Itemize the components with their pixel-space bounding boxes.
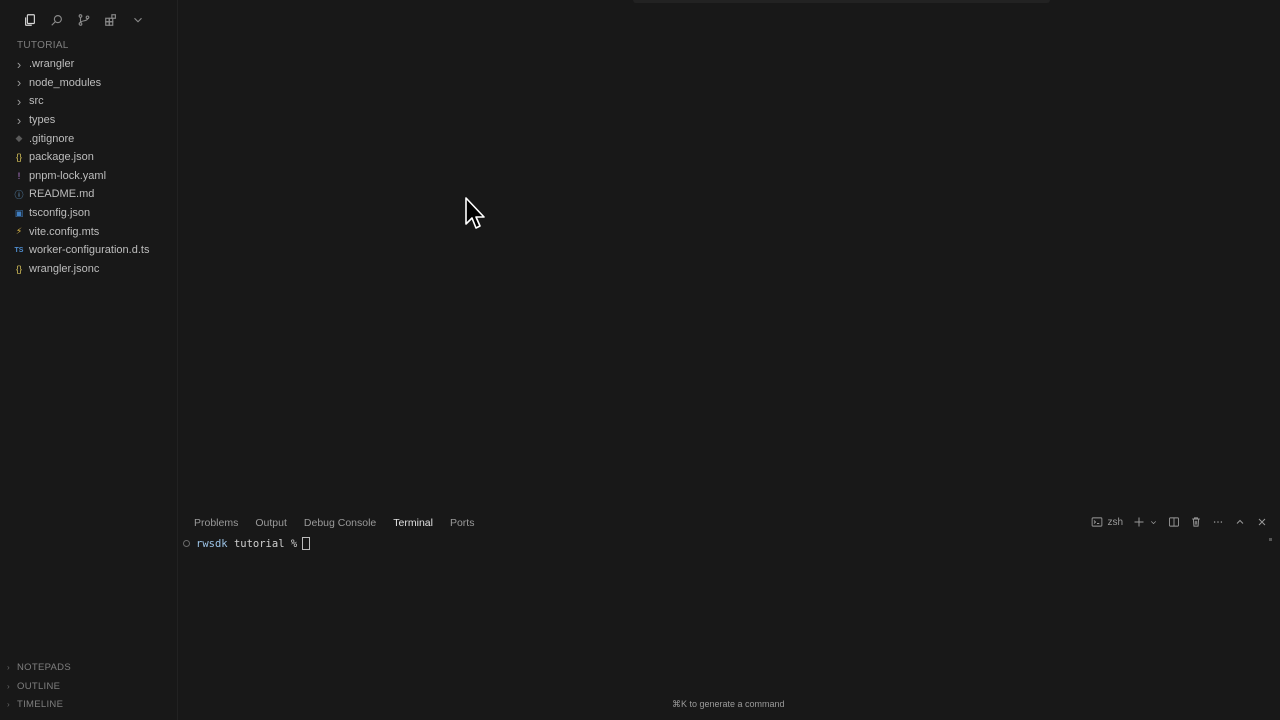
tree-item-label: worker-configuration.d.ts [29, 244, 150, 257]
chevron-right-icon: › [16, 112, 22, 128]
command-center[interactable] [633, 0, 1050, 3]
tree-item[interactable]: ⓘ README.md [0, 185, 176, 204]
terminal-shell-selector[interactable]: zsh [1091, 516, 1123, 528]
terminal-dir: rwsdk [196, 537, 228, 550]
new-terminal-button[interactable] [1133, 516, 1158, 528]
tab-ports[interactable]: Ports [450, 517, 475, 531]
chevron-right-icon: › [7, 700, 10, 709]
tree-item[interactable]: ▣ tsconfig.json [0, 204, 176, 223]
tree-item-label: .wrangler [29, 58, 75, 71]
panel-actions: zsh [1091, 516, 1268, 528]
file-tree: › .wrangler › node_modules › src › types ◆ .gitig… [0, 55, 176, 278]
split-icon [1168, 516, 1180, 528]
activity-bar [22, 10, 146, 30]
chevron-down-icon[interactable] [1149, 518, 1158, 527]
info-file-icon: ⓘ [14, 189, 24, 200]
tree-item-label: pnpm-lock.yaml [29, 169, 107, 182]
tree-item[interactable]: ⚡ vite.config.mts [0, 222, 176, 241]
tree-item-label: src [29, 95, 44, 108]
command-status-icon [183, 540, 190, 547]
chevron-right-icon: › [16, 75, 22, 91]
tree-item-label: tsconfig.json [29, 207, 91, 220]
close-panel-button[interactable] [1256, 516, 1268, 528]
shell-label: zsh [1107, 516, 1123, 528]
editor-area[interactable] [178, 0, 1280, 508]
tab-debug-console[interactable]: Debug Console [304, 517, 376, 531]
tab-problems[interactable]: Problems [194, 517, 238, 531]
tree-item-label: types [29, 114, 56, 127]
sidebar: TUTORIAL › .wrangler › node_modules › src › typ… [0, 0, 178, 720]
chevron-right-icon: › [16, 56, 22, 72]
tree-item[interactable]: TS worker-configuration.d.ts [0, 241, 176, 260]
kill-terminal-button[interactable] [1190, 516, 1202, 528]
tree-item[interactable]: ◆ .gitignore [0, 129, 176, 148]
chevron-right-icon: › [7, 663, 10, 672]
json-file-icon: {} [15, 152, 22, 163]
more-actions-button[interactable] [1212, 516, 1224, 528]
tab-output[interactable]: Output [255, 517, 287, 531]
tree-item[interactable]: › src [0, 92, 176, 111]
git-file-icon: ◆ [15, 133, 23, 144]
tree-item-label: vite.config.mts [29, 225, 100, 238]
chevron-right-icon: › [16, 93, 22, 109]
tree-item-label: README.md [29, 188, 95, 201]
mouse-cursor-icon [464, 196, 488, 237]
split-terminal-button[interactable] [1168, 516, 1180, 528]
tree-item[interactable]: › node_modules [0, 74, 176, 93]
json-file-icon: {} [15, 263, 22, 274]
tree-item-label: wrangler.jsonc [29, 262, 100, 275]
terminal-prompt[interactable]: rwsdk tutorial % [183, 537, 311, 550]
plus-icon [1133, 516, 1145, 528]
trash-icon [1190, 516, 1202, 528]
terminal-text: tutorial % [233, 537, 298, 550]
tree-item[interactable]: {} package.json [0, 148, 176, 167]
bottom-panel: Problems Output Debug Console Terminal P… [178, 508, 1280, 720]
tree-item-label: package.json [29, 151, 94, 164]
tree-item[interactable]: › .wrangler [0, 55, 176, 74]
section-label: OUTLINE [17, 681, 61, 692]
close-icon [1256, 516, 1268, 528]
ellipsis-icon [1212, 516, 1224, 528]
source-control-icon[interactable] [76, 10, 92, 30]
section-label: NOTEPADS [17, 662, 71, 673]
terminal-scrollbar[interactable] [1269, 538, 1272, 541]
yaml-file-icon: ! [17, 170, 21, 181]
panel-tabs: Problems Output Debug Console Terminal P… [194, 517, 491, 531]
section-timeline[interactable]: › TIMELINE [0, 699, 176, 710]
tree-item[interactable]: {} wrangler.jsonc [0, 260, 176, 279]
section-notepads[interactable]: › NOTEPADS [0, 662, 176, 673]
terminal-cursor [302, 537, 311, 550]
explorer-title[interactable]: TUTORIAL [17, 40, 69, 51]
search-icon[interactable] [49, 10, 65, 30]
tree-item[interactable]: › types [0, 111, 176, 130]
tab-terminal[interactable]: Terminal [393, 517, 433, 531]
generate-command-hint: ⌘K to generate a command [672, 699, 785, 709]
terminal-icon [1091, 516, 1103, 528]
tree-item-label: .gitignore [29, 132, 75, 145]
chevron-up-icon [1234, 516, 1246, 528]
explorer-icon[interactable] [22, 10, 38, 30]
section-outline[interactable]: › OUTLINE [0, 681, 176, 692]
maximize-panel-button[interactable] [1234, 516, 1246, 528]
tree-item[interactable]: ! pnpm-lock.yaml [0, 167, 176, 186]
extensions-icon[interactable] [103, 10, 119, 30]
chevron-down-icon[interactable] [130, 10, 146, 30]
typescript-file-icon: TS [14, 246, 24, 254]
section-label: TIMELINE [17, 699, 64, 710]
tree-item-label: node_modules [29, 76, 102, 89]
chevron-right-icon: › [7, 682, 10, 691]
tsconfig-file-icon: ▣ [14, 207, 24, 218]
vite-file-icon: ⚡ [15, 226, 23, 237]
